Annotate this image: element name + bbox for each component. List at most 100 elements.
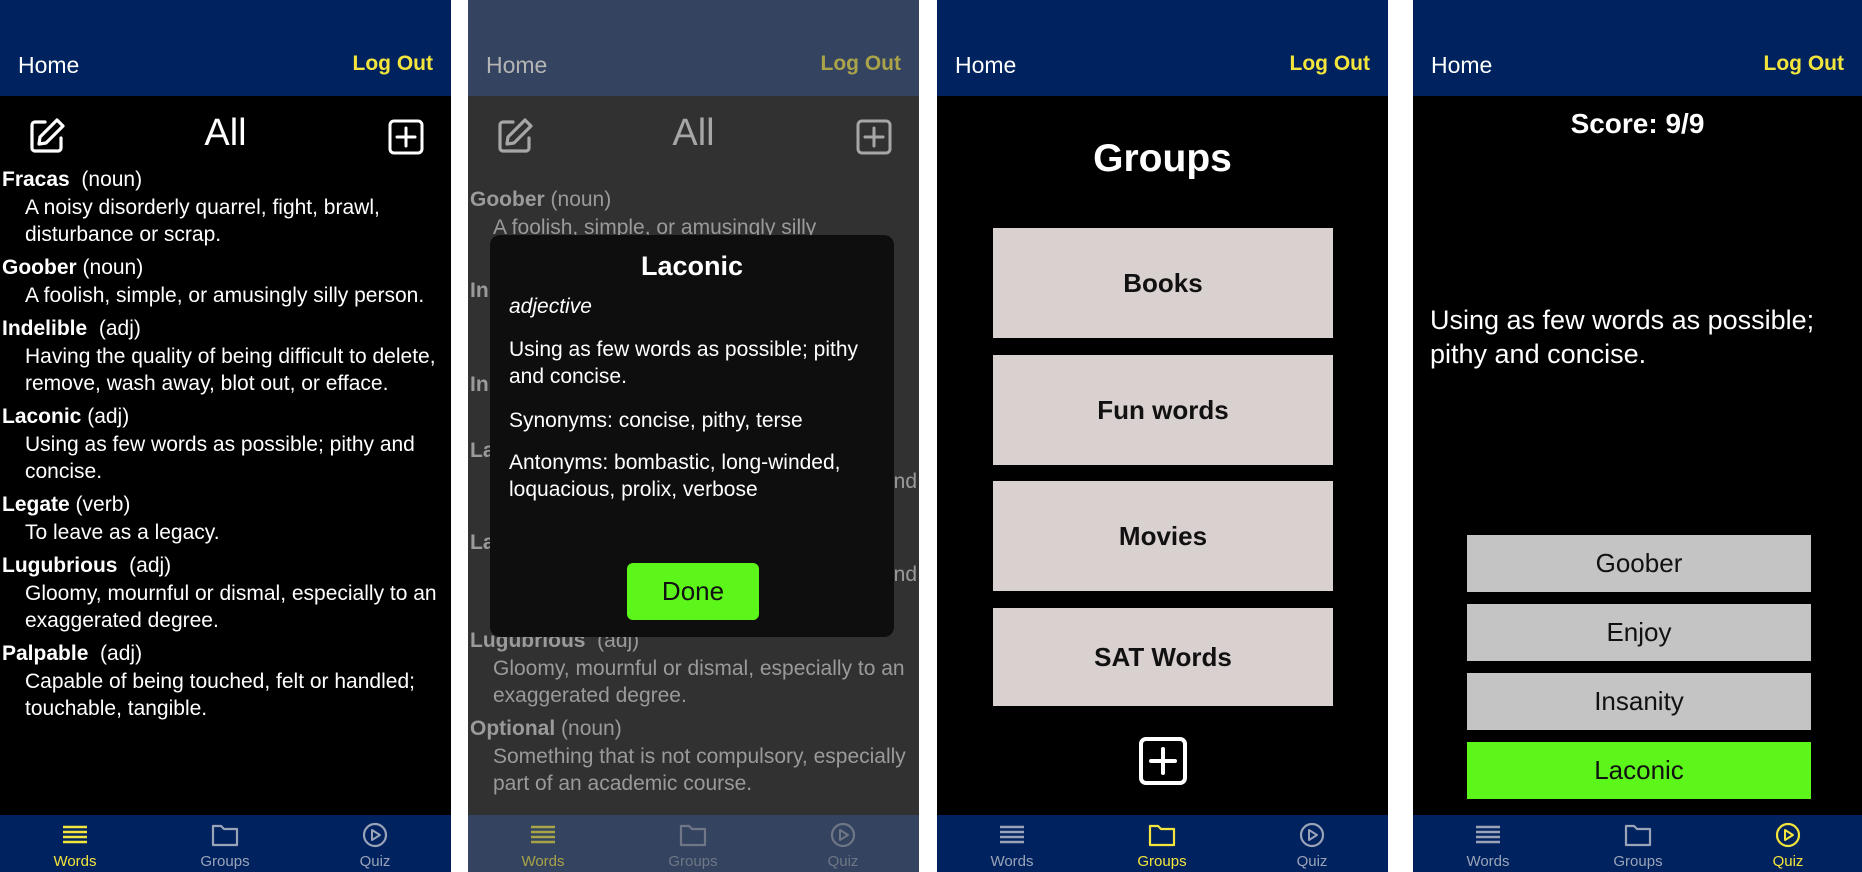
word-headword: Laconic bbox=[2, 405, 82, 428]
nav-words[interactable]: Words bbox=[1413, 815, 1563, 872]
word-pos: (noun) bbox=[550, 188, 612, 211]
quiz-question: Using as few words as possible; pithy an… bbox=[1430, 305, 1815, 369]
word-headword: Lugubrious bbox=[2, 554, 118, 577]
dialog-antonyms: Antonyms: bombastic, long-winded, loquac… bbox=[509, 451, 841, 501]
word-list: Fracas (noun) A noisy disorderly quarrel… bbox=[0, 166, 451, 728]
nav-words[interactable]: Words bbox=[937, 815, 1087, 872]
add-word-icon bbox=[856, 119, 892, 155]
dialog-synonyms: Synonyms: concise, pithy, terse bbox=[509, 409, 803, 432]
nav-label: Quiz bbox=[827, 853, 859, 870]
nav-label: Groups bbox=[668, 853, 718, 870]
list-item: Lugubrious (adj) Gloomy, mournful or dis… bbox=[468, 627, 919, 709]
top-app-bar: Home Log Out bbox=[937, 0, 1388, 96]
logout-button[interactable]: Log Out bbox=[353, 52, 433, 76]
word-definition: Something that is not compulsory, especi… bbox=[493, 745, 906, 795]
word-headword: Indelible bbox=[2, 317, 88, 340]
word-pos: (verb) bbox=[75, 493, 131, 516]
word-definition: Gloomy, mournful or dismal, especially t… bbox=[493, 657, 905, 707]
done-button[interactable]: Done bbox=[627, 563, 759, 620]
word-detail-dialog: Laconic adjective Using as few words as … bbox=[490, 235, 894, 637]
list-item[interactable]: Lugubrious (adj) Gloomy, mournful or dis… bbox=[0, 552, 451, 634]
home-link[interactable]: Home bbox=[955, 52, 1016, 79]
logout-button[interactable]: Log Out bbox=[1764, 52, 1844, 76]
word-definition: To leave as a legacy. bbox=[25, 521, 220, 544]
score-display: Score: 9/9 bbox=[1570, 108, 1705, 139]
list-header: All bbox=[0, 110, 451, 160]
bottom-nav: Words Groups Quiz bbox=[937, 815, 1388, 872]
dialog-definition: Using as few words as possible; pithy an… bbox=[509, 338, 858, 388]
word-definition: Gloomy, mournful or dismal, especially t… bbox=[25, 582, 437, 632]
nav-label: Groups bbox=[1137, 853, 1187, 870]
partial-text: In bbox=[470, 373, 489, 396]
nav-quiz[interactable]: Quiz bbox=[300, 815, 450, 872]
group-button-movies[interactable]: Movies bbox=[993, 481, 1333, 591]
list-header: All bbox=[468, 110, 919, 160]
word-headword: Palpable bbox=[2, 642, 89, 665]
add-word-icon[interactable] bbox=[388, 119, 424, 155]
bottom-nav: Words Groups Quiz bbox=[468, 815, 919, 872]
answer-option[interactable]: Insanity bbox=[1467, 673, 1811, 730]
list-item: Goober (noun) A foolish, simple, or amus… bbox=[468, 186, 919, 241]
nav-groups[interactable]: Groups bbox=[1563, 815, 1713, 872]
nav-words[interactable]: Words bbox=[0, 815, 150, 872]
add-group-icon[interactable] bbox=[1138, 736, 1188, 786]
word-headword: Legate bbox=[2, 493, 70, 516]
nav-groups[interactable]: Groups bbox=[1087, 815, 1237, 872]
list-title: All bbox=[672, 112, 715, 154]
word-definition: A noisy disorderly quarrel, fight, brawl… bbox=[25, 196, 380, 246]
nav-label: Groups bbox=[1613, 853, 1663, 870]
nav-label: Words bbox=[521, 853, 565, 870]
word-headword: Optional bbox=[470, 717, 556, 740]
list-item[interactable]: Fracas (noun) A noisy disorderly quarrel… bbox=[0, 166, 451, 248]
group-button-sat-words[interactable]: SAT Words bbox=[993, 608, 1333, 706]
bottom-nav: Words Groups Quiz bbox=[1413, 815, 1862, 872]
word-pos: (adj) bbox=[98, 317, 141, 340]
nav-groups: Groups bbox=[618, 815, 768, 872]
nav-quiz: Quiz bbox=[768, 815, 918, 872]
nav-groups[interactable]: Groups bbox=[150, 815, 300, 872]
list-item[interactable]: Palpable (adj) Capable of being touched,… bbox=[0, 640, 451, 722]
folder-icon bbox=[211, 824, 239, 847]
dialog-title: Laconic bbox=[640, 251, 744, 281]
nav-label: Words bbox=[990, 853, 1034, 870]
top-app-bar: Home Log Out bbox=[1413, 0, 1862, 96]
list-icon bbox=[531, 825, 555, 844]
word-pos: (adj) bbox=[129, 554, 172, 577]
play-circle-icon bbox=[1299, 822, 1325, 848]
top-app-bar: Home Log Out bbox=[468, 0, 919, 96]
word-pos: (noun) bbox=[81, 168, 143, 191]
list-icon bbox=[1476, 825, 1500, 844]
nav-label: Quiz bbox=[1296, 853, 1328, 870]
word-headword: Goober bbox=[2, 256, 77, 279]
nav-label: Words bbox=[53, 853, 97, 870]
nav-quiz[interactable]: Quiz bbox=[1713, 815, 1862, 872]
nav-label: Quiz bbox=[1772, 853, 1804, 870]
partial-text: In bbox=[470, 279, 489, 302]
group-button-fun-words[interactable]: Fun words bbox=[993, 355, 1333, 465]
answer-option[interactable]: Goober bbox=[1467, 535, 1811, 592]
play-circle-icon bbox=[1775, 822, 1801, 848]
answer-option[interactable]: Enjoy bbox=[1467, 604, 1811, 661]
word-headword: Fracas bbox=[2, 168, 70, 191]
word-definition: Capable of being touched, felt or handle… bbox=[25, 670, 415, 720]
answer-option-correct[interactable]: Laconic bbox=[1467, 742, 1811, 799]
logout-button[interactable]: Log Out bbox=[821, 52, 901, 76]
logout-button[interactable]: Log Out bbox=[1290, 52, 1370, 76]
list-item[interactable]: Goober (noun) A foolish, simple, or amus… bbox=[0, 254, 451, 309]
list-item[interactable]: Legate (verb) To leave as a legacy. bbox=[0, 491, 451, 546]
home-link[interactable]: Home bbox=[486, 52, 547, 79]
group-button-books[interactable]: Books bbox=[993, 228, 1333, 338]
partial-text: nd bbox=[893, 470, 917, 493]
quiz-screen: Home Log Out Score: 9/9 Using as few wor… bbox=[1413, 0, 1862, 872]
folder-icon bbox=[679, 824, 707, 847]
word-pos: (noun) bbox=[561, 717, 622, 740]
nav-quiz[interactable]: Quiz bbox=[1237, 815, 1387, 872]
word-definition: Using as few words as possible; pithy an… bbox=[25, 433, 415, 483]
list-item[interactable]: Laconic (adj) Using as few words as poss… bbox=[0, 403, 451, 485]
list-item[interactable]: Indelible (adj) Having the quality of be… bbox=[0, 315, 451, 397]
word-definition: Having the quality of being difficult to… bbox=[25, 345, 436, 395]
home-link[interactable]: Home bbox=[18, 52, 79, 79]
word-detail-screen: Home Log Out All Goober (noun) A foolish… bbox=[468, 0, 919, 872]
home-link[interactable]: Home bbox=[1431, 52, 1492, 79]
dialog-part-of-speech: adjective bbox=[509, 295, 592, 318]
